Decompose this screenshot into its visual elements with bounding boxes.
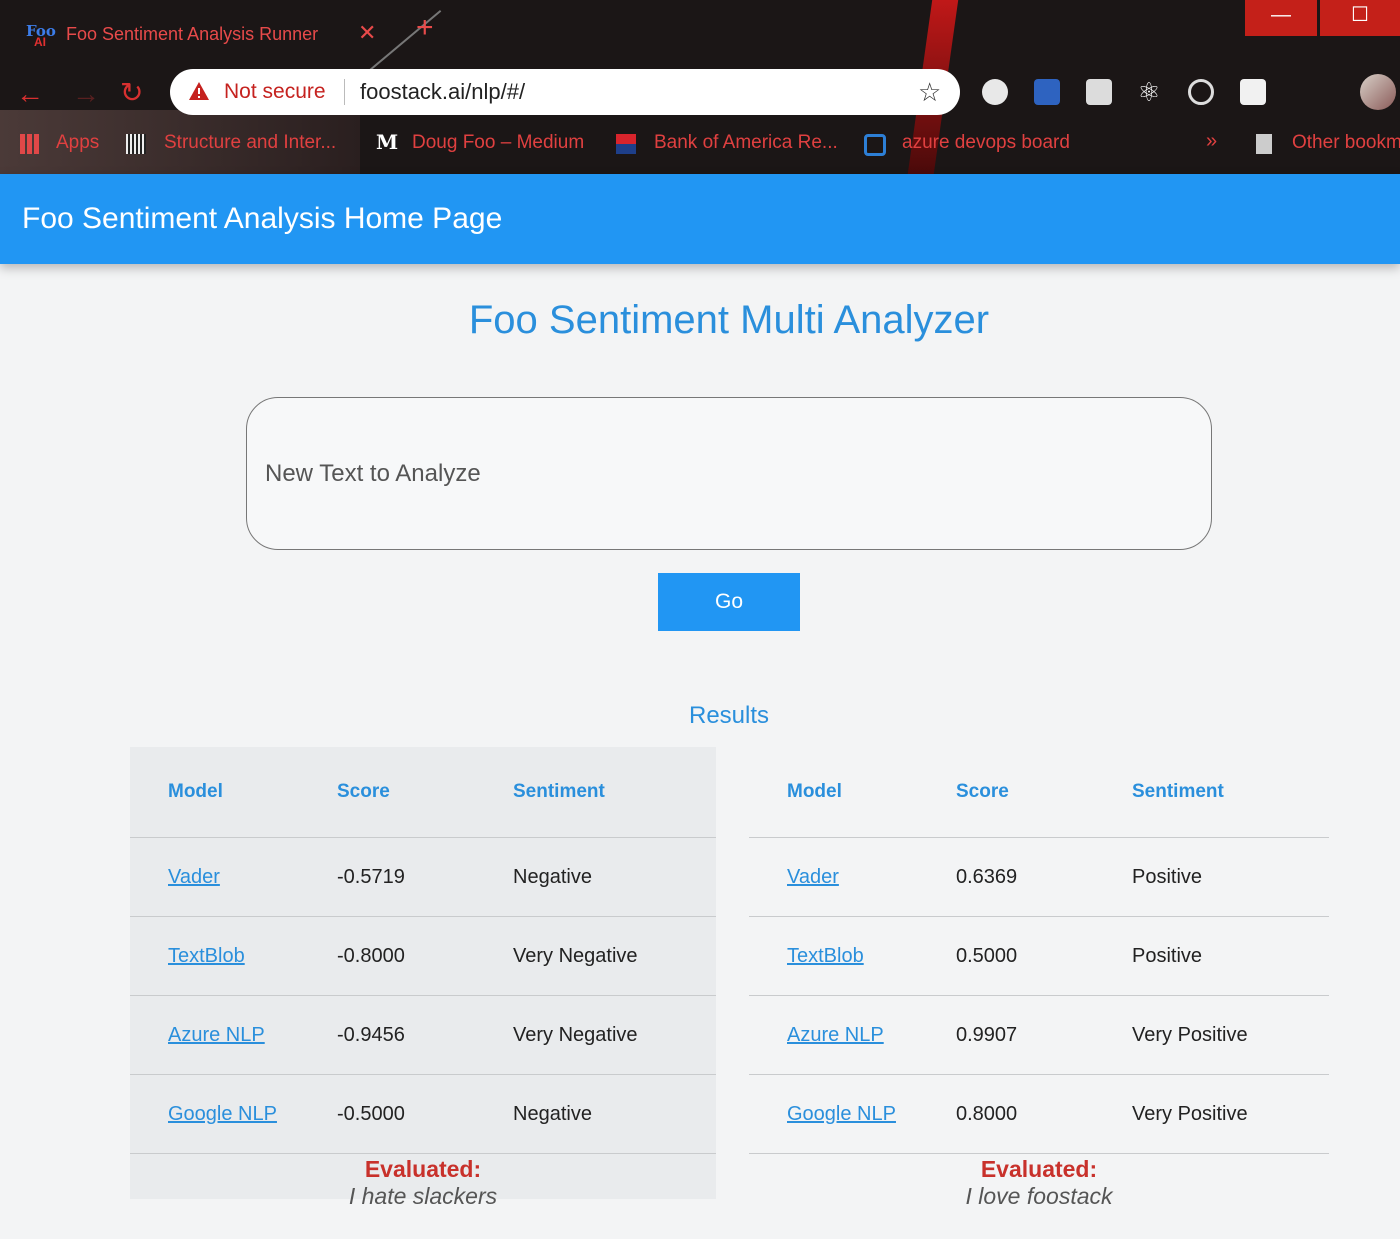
sentiment-cell: Very Positive bbox=[1131, 995, 1329, 1075]
column-header-sentiment: Sentiment bbox=[512, 747, 716, 838]
table-row: Azure NLP 0.9907 Very Positive bbox=[749, 995, 1329, 1075]
tab-title: Foo Sentiment Analysis Runner bbox=[66, 24, 319, 44]
close-tab-icon[interactable]: ✕ bbox=[358, 20, 376, 46]
table-row: Azure NLP -0.9456 Very Negative bbox=[130, 995, 716, 1075]
bookmark-star-icon[interactable]: ☆ bbox=[918, 77, 941, 108]
more-bookmarks-icon[interactable]: » bbox=[1206, 130, 1217, 153]
table-row: Vader 0.6369 Positive bbox=[749, 837, 1329, 917]
app-title: Foo Sentiment Analysis Home Page bbox=[22, 202, 503, 235]
table-header-row: Model Score Sentiment bbox=[749, 747, 1329, 838]
sentiment-cell: Positive bbox=[1131, 837, 1329, 917]
bookmark-medium[interactable]: Doug Foo – Medium bbox=[412, 132, 584, 154]
chat-extension-icon[interactable] bbox=[982, 79, 1008, 105]
column-header-model: Model bbox=[749, 747, 955, 838]
model-link[interactable]: Vader bbox=[787, 866, 839, 888]
table-row: Google NLP 0.8000 Very Positive bbox=[749, 1074, 1329, 1154]
model-link[interactable]: Google NLP bbox=[168, 1103, 277, 1125]
score-cell: -0.8000 bbox=[336, 916, 512, 996]
evaluated-text: I hate slackers bbox=[348, 1183, 498, 1209]
go-button[interactable]: Go bbox=[658, 573, 800, 631]
evaluated-block: Evaluated: I love foostack bbox=[749, 1156, 1329, 1210]
bookmark-bank[interactable]: Bank of America Re... bbox=[654, 132, 838, 154]
evaluated-label: Evaluated: bbox=[980, 1156, 1098, 1182]
app-header: Foo Sentiment Analysis Home Page bbox=[0, 174, 1400, 264]
column-header-score: Score bbox=[336, 747, 512, 838]
minimize-button[interactable]: — bbox=[1245, 0, 1317, 36]
score-cell: -0.9456 bbox=[336, 995, 512, 1075]
divider bbox=[344, 79, 345, 105]
maximize-button[interactable]: ☐ bbox=[1320, 0, 1400, 36]
sentiment-cell: Negative bbox=[512, 837, 716, 917]
page-title: Foo Sentiment Multi Analyzer bbox=[468, 298, 990, 342]
sentiment-cell: Positive bbox=[1131, 916, 1329, 996]
sentiment-cell: Very Negative bbox=[512, 916, 716, 996]
model-link[interactable]: Google NLP bbox=[787, 1103, 896, 1125]
score-cell: 0.6369 bbox=[955, 837, 1131, 917]
url-text[interactable]: foostack.ai/nlp/#/ bbox=[360, 79, 525, 105]
score-cell: 0.9907 bbox=[955, 995, 1131, 1075]
evaluated-block: Evaluated: I hate slackers bbox=[130, 1156, 716, 1210]
table-row: TextBlob -0.8000 Very Negative bbox=[130, 916, 716, 996]
back-arrow-icon[interactable]: ← bbox=[16, 78, 44, 110]
score-cell: 0.8000 bbox=[955, 1074, 1131, 1154]
bookmark-other[interactable]: Other bookm bbox=[1292, 132, 1400, 154]
medium-logo-icon[interactable]: M bbox=[376, 130, 398, 154]
folder-icon[interactable] bbox=[1256, 134, 1272, 154]
line-extension-icon[interactable] bbox=[1086, 79, 1112, 105]
sentiment-cell: Very Negative bbox=[512, 995, 716, 1075]
favicon-text: AI bbox=[34, 35, 46, 49]
bookmarks-bar: Apps Structure and Inter... M Doug Foo –… bbox=[0, 124, 1400, 164]
browser-tab[interactable]: Foo AI Foo Sentiment Analysis Runner ✕ bbox=[14, 8, 386, 62]
evaluated-label: Evaluated: bbox=[364, 1156, 482, 1182]
results-table: Model Score Sentiment Vader -0.5719 Nega… bbox=[130, 747, 716, 1154]
table-row: TextBlob 0.5000 Positive bbox=[749, 916, 1329, 996]
address-bar[interactable]: Not secure foostack.ai/nlp/#/ ☆ bbox=[170, 69, 960, 115]
table-row: Google NLP -0.5000 Negative bbox=[130, 1074, 716, 1154]
target-extension-icon[interactable] bbox=[1188, 79, 1214, 105]
column-header-score: Score bbox=[955, 747, 1131, 838]
warning-icon bbox=[189, 82, 209, 100]
model-link[interactable]: Azure NLP bbox=[787, 1024, 884, 1046]
model-link[interactable]: TextBlob bbox=[168, 945, 245, 967]
table-header-row: Model Score Sentiment bbox=[130, 747, 716, 838]
azure-devops-icon[interactable] bbox=[864, 134, 886, 156]
reload-icon[interactable]: ↻ bbox=[120, 76, 143, 109]
bookmark-structure[interactable]: Structure and Inter... bbox=[164, 132, 336, 154]
sentiment-cell: Negative bbox=[512, 1074, 716, 1154]
model-link[interactable]: Azure NLP bbox=[168, 1024, 265, 1046]
results-heading: Results bbox=[688, 702, 770, 729]
new-tab-icon[interactable]: + bbox=[416, 13, 434, 43]
bookmark-azure[interactable]: azure devops board bbox=[902, 132, 1070, 154]
sentiment-cell: Very Positive bbox=[1131, 1074, 1329, 1154]
barcode-icon[interactable] bbox=[126, 134, 146, 154]
browser-chrome: Foo AI Foo Sentiment Analysis Runner ✕ +… bbox=[0, 0, 1400, 174]
table-row: Vader -0.5719 Negative bbox=[130, 837, 716, 917]
evaluated-text: I love foostack bbox=[965, 1183, 1113, 1209]
pdf-extension-icon[interactable] bbox=[1240, 79, 1266, 105]
score-cell: -0.5000 bbox=[336, 1074, 512, 1154]
column-header-model: Model bbox=[130, 747, 336, 838]
results-table: Model Score Sentiment Vader 0.6369 Posit… bbox=[749, 747, 1329, 1154]
score-cell: 0.5000 bbox=[955, 916, 1131, 996]
text-to-analyze-input[interactable] bbox=[246, 397, 1212, 550]
results-panel-positive: Model Score Sentiment Vader 0.6369 Posit… bbox=[749, 747, 1329, 1209]
profile-avatar[interactable] bbox=[1360, 74, 1396, 110]
score-cell: -0.5719 bbox=[336, 837, 512, 917]
forward-arrow-icon[interactable]: → bbox=[72, 78, 100, 110]
bookmark-apps[interactable]: Apps bbox=[56, 132, 99, 154]
model-link[interactable]: TextBlob bbox=[787, 945, 864, 967]
results-panel-negative: Model Score Sentiment Vader -0.5719 Nega… bbox=[130, 747, 716, 1209]
onenote-extension-icon[interactable] bbox=[1034, 79, 1060, 105]
react-devtools-icon[interactable]: ⚛ bbox=[1136, 79, 1162, 105]
bank-flag-icon[interactable] bbox=[616, 134, 636, 154]
apps-grid-icon[interactable] bbox=[20, 134, 40, 154]
security-label[interactable]: Not secure bbox=[224, 80, 326, 104]
model-link[interactable]: Vader bbox=[168, 866, 220, 888]
column-header-sentiment: Sentiment bbox=[1131, 747, 1329, 838]
site-favicon-icon: Foo AI bbox=[26, 22, 56, 50]
